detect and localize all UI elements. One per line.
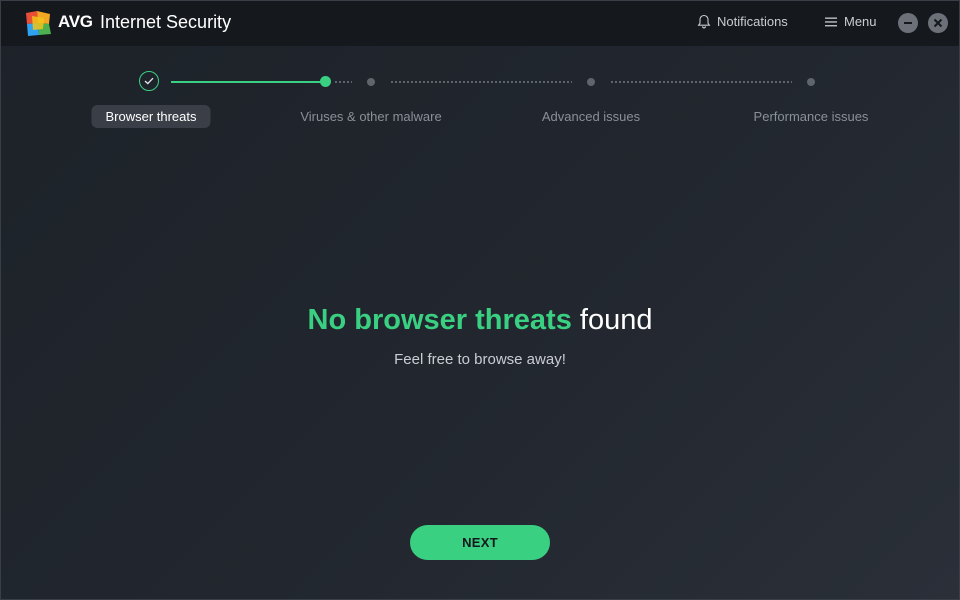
hamburger-icon [825, 17, 837, 26]
step-label-viruses: Viruses & other malware [300, 109, 442, 124]
step-pending-node [367, 78, 375, 86]
notifications-label: Notifications [717, 14, 788, 29]
progress-line-pending [390, 81, 572, 83]
minimize-icon [904, 22, 912, 24]
menu-label: Menu [844, 14, 877, 29]
step-complete-node [139, 71, 159, 91]
brand-name: AVG [58, 12, 93, 31]
step-pending-node [587, 78, 595, 86]
checkmark-icon [144, 77, 154, 85]
result-headline-accent: No browser threats [307, 304, 572, 336]
progress-line-pending [610, 81, 792, 83]
app-window: AVG Internet Security Notifications Menu [0, 0, 960, 600]
step-label-advanced-issues: Advanced issues [541, 109, 641, 124]
scan-progress-stepper: Browser threats Viruses & other malware … [1, 61, 959, 141]
avg-logo-icon [26, 11, 51, 36]
step-pending-node [807, 78, 815, 86]
result-headline: No browser threats found [1, 304, 959, 337]
result-subline: Feel free to browse away! [394, 351, 566, 368]
close-icon [933, 18, 943, 28]
progress-line-pending [334, 81, 352, 83]
product-name: Internet Security [100, 12, 232, 32]
step-label-performance-issues: Performance issues [753, 109, 869, 124]
step-active-node [320, 76, 331, 87]
title-bar: AVG Internet Security Notifications Menu [1, 1, 959, 46]
menu-button[interactable]: Menu [825, 14, 877, 29]
next-button[interactable]: NEXT [410, 525, 550, 560]
step-label-browser-threats: Browser threats [91, 105, 211, 128]
progress-line-complete [171, 81, 323, 83]
bell-icon [697, 14, 711, 29]
close-button[interactable] [928, 13, 948, 33]
notifications-button[interactable]: Notifications [697, 14, 788, 29]
result-headline-rest: found [579, 304, 653, 336]
minimize-button[interactable] [898, 13, 918, 33]
